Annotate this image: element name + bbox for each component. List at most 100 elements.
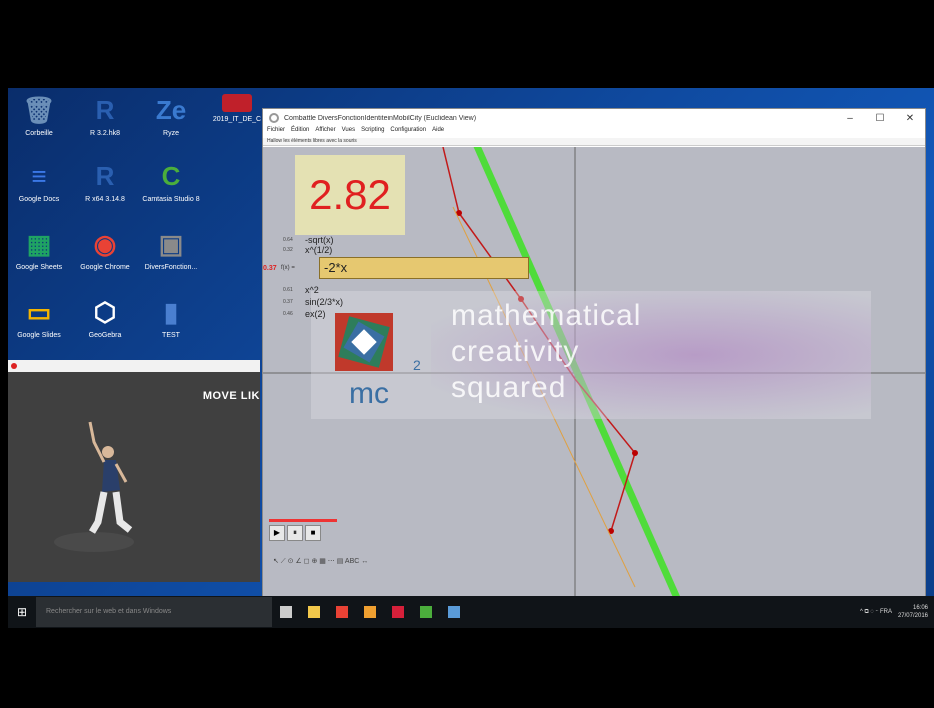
desktop-icon-label: Google Docs (18, 196, 60, 203)
desktop-icon[interactable]: R R x64 3.14.8 (74, 160, 136, 204)
video-frame[interactable]: MOVE LIK (8, 372, 260, 582)
app-c-icon (448, 606, 460, 618)
desktop-icon[interactable]: ▣ DiversFonction... (140, 228, 202, 272)
app-icon: Ze (155, 94, 187, 125)
desktop-icon[interactable]: R R 3.2.hk8 (74, 94, 136, 138)
desktop-icon-label: R x64 3.14.8 (85, 196, 125, 203)
minimize-button[interactable]: – (835, 113, 865, 124)
paint-icon (364, 606, 376, 618)
banner-word-1: mathematical (451, 299, 642, 332)
taskbar-app-app-c[interactable] (440, 597, 468, 627)
tool-palette[interactable]: ↖ ⟋ ⊙ ∠ ◻ ⊕ ▦ ⋯ ▤ ABC ↔ (263, 557, 925, 571)
desktop-screen: 🗑 Corbeille R R 3.2.hk8 Ze Ryze 2019_IT_DE_C ≡ G… (8, 88, 934, 628)
window-title: Combattle DiversFonctionIdentiteinMobilC… (284, 114, 477, 122)
clock-date: 27/07/2016 (897, 613, 928, 619)
start-button[interactable]: ⊞ (8, 596, 36, 628)
desktop-icon[interactable]: ▦ Google Sheets (8, 228, 70, 272)
function-expr: x^(1/2) (305, 245, 333, 255)
banner-word-3: squared (451, 371, 567, 404)
function-number: 0.64 (283, 237, 293, 243)
app-icon: ▭ (26, 296, 52, 327)
app-icon: ⬡ (93, 296, 117, 327)
function-input[interactable]: -2*x (319, 257, 529, 279)
taskbar-app-chrome[interactable] (328, 597, 356, 627)
app-icon: C (161, 160, 181, 191)
desktop-icon[interactable]: ◉ Google Chrome (74, 228, 136, 272)
clock[interactable]: 16:06 27/07/2016 (898, 604, 928, 620)
system-tray: ^ ⧉ ◌ ⌁ FRA 16:06 27/07/2016 (860, 604, 934, 620)
taskbar-app-paint[interactable] (356, 597, 384, 627)
menu-item[interactable]: Scripting (361, 127, 384, 138)
menu-item[interactable]: Édition (291, 127, 309, 138)
menu-item[interactable]: Vues (342, 127, 355, 138)
function-row[interactable]: 0.64 -sqrt(x) (283, 235, 334, 245)
desktop-icon[interactable]: ≡ Google Docs (8, 160, 70, 204)
desktop-icon-label: GeoGebra (88, 332, 122, 339)
desktop-icon-label: Ryze (163, 130, 179, 137)
app-icon (222, 94, 252, 112)
desktop-icon-label: Google Chrome (80, 264, 130, 271)
chrome-icon (336, 606, 348, 618)
geogebra-icon (269, 113, 279, 123)
stop-button[interactable]: ■ (305, 525, 321, 541)
taskbar-app-task-view[interactable] (272, 597, 300, 627)
desktop-icon[interactable]: ▮ TEST (140, 296, 202, 340)
function-row[interactable]: 0.37 sin(2/3*x) (283, 297, 343, 307)
taskbar-app-record[interactable] (384, 597, 412, 627)
play-button[interactable]: ▶ (269, 525, 285, 541)
desktop-icon-label: DiversFonction... (144, 264, 198, 271)
pause-button[interactable]: ⏸ (287, 525, 303, 541)
task-view-icon (280, 606, 292, 618)
desktop-icon[interactable]: Ze Ryze (140, 94, 202, 138)
desktop-icon[interactable]: 2019_IT_DE_C (206, 94, 268, 124)
app-icon: ▦ (26, 228, 52, 259)
desktop-icon[interactable]: 🗑 Corbeille (8, 94, 70, 138)
app-icon: ▮ (163, 296, 179, 327)
mc2-logo-icon (335, 313, 393, 371)
desktop-icon-label: Camtasia Studio 8 (142, 196, 200, 203)
function-number: 0.37 (283, 299, 293, 305)
desktop-icon[interactable]: C Camtasia Studio 8 (140, 160, 202, 204)
app-icon: 🗑 (22, 94, 56, 125)
video-player-window[interactable]: MOVE LIK (8, 360, 260, 582)
graphics-view[interactable]: mc 2 mathematical creativity squared 2.8… (263, 147, 925, 607)
function-number: 0.61 (283, 287, 293, 293)
menu-item[interactable]: Fichier (267, 127, 285, 138)
tray-icons[interactable]: ^ ⧉ ◌ ⌁ FRA (860, 609, 892, 616)
banner-word-2: creativity (451, 335, 580, 368)
menu-item[interactable]: Afficher (315, 127, 335, 138)
menu-item[interactable]: Aide (432, 127, 444, 138)
active-label: f(x) = (281, 265, 295, 271)
desktop-icon-label: Google Sheets (15, 264, 63, 271)
app-icon: R (95, 94, 115, 125)
dancer-figure (54, 421, 134, 552)
function-number: 0.46 (283, 311, 293, 317)
desktop-icon-label: Corbeille (25, 130, 53, 137)
close-button[interactable]: ✕ (895, 113, 925, 124)
app-icon: ◉ (93, 228, 117, 259)
desktop-icon-label: Google Slides (17, 332, 61, 339)
function-expr: -sqrt(x) (305, 235, 334, 245)
function-row[interactable]: 0.32 x^(1/2) (283, 245, 332, 255)
menu-item[interactable]: Configuration (390, 127, 426, 138)
taskbar-apps (272, 597, 468, 627)
video-titlebar[interactable] (8, 360, 260, 372)
geogebra-window[interactable]: Combattle DiversFonctionIdentiteinMobilC… (262, 108, 926, 608)
desktop-icon[interactable]: ⬡ GeoGebra (74, 296, 136, 340)
active-function-input-row[interactable]: 0.37 f(x) = -2*x (263, 257, 529, 279)
desktop-icon[interactable]: ▭ Google Slides (8, 296, 70, 340)
mc2-banner: mc 2 mathematical creativity squared (311, 291, 871, 419)
desktop-icon-label: R 3.2.hk8 (90, 130, 120, 137)
taskbar-app-camtasia[interactable] (412, 597, 440, 627)
maximize-button[interactable]: ☐ (865, 113, 895, 124)
taskbar: ⊞ Rechercher sur le web et dans Windows … (8, 596, 934, 628)
search-box[interactable]: Rechercher sur le web et dans Windows (36, 597, 272, 627)
app-icon: ≡ (31, 160, 47, 191)
mc-superscript: 2 (413, 357, 421, 373)
playback-controls: ▶ ⏸ ■ (269, 525, 321, 547)
app-titlebar[interactable]: Combattle DiversFonctionIdentiteinMobilC… (263, 109, 925, 127)
red-point (632, 450, 638, 456)
function-row[interactable]: 0.46 ex(2) (283, 309, 326, 319)
taskbar-app-file-explorer[interactable] (300, 597, 328, 627)
function-row[interactable]: 0.61 x^2 (283, 285, 319, 295)
